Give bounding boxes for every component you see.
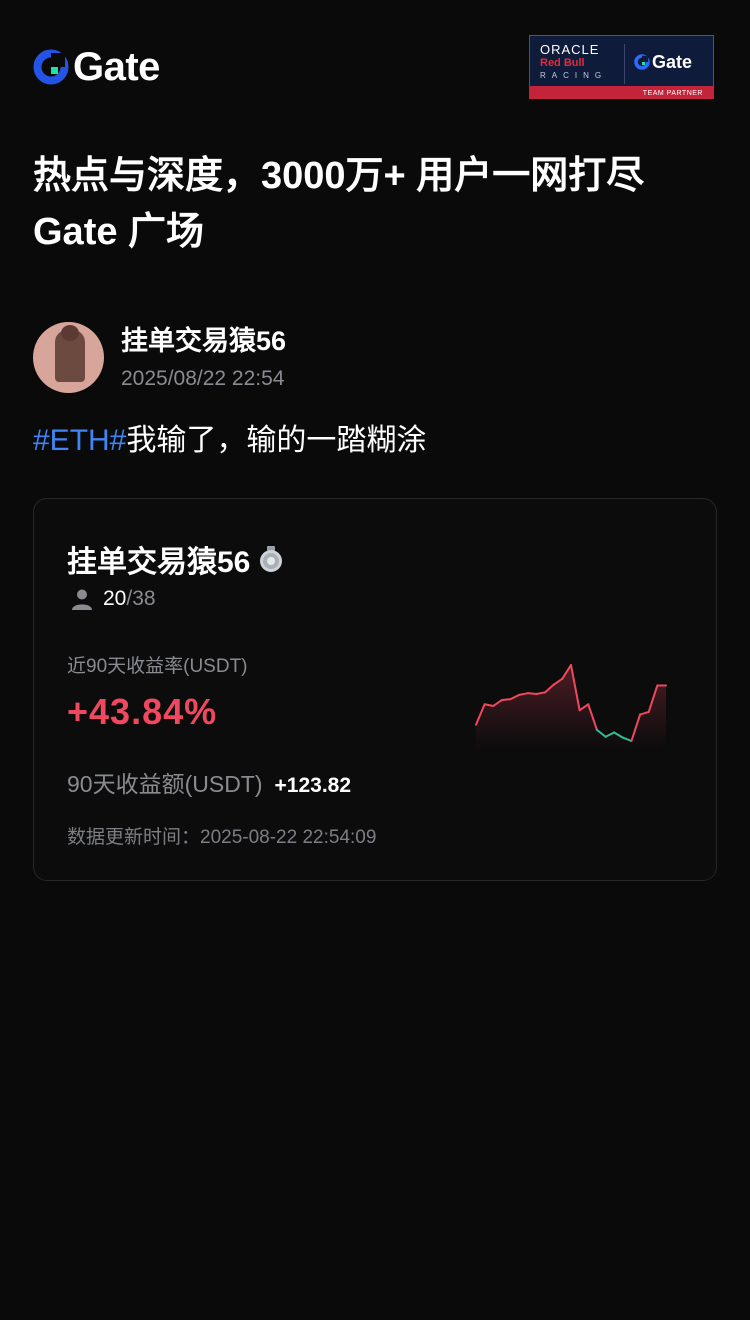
pnl-label: 90天收益额(USDT) bbox=[67, 771, 263, 797]
pnl-value: +123.82 bbox=[274, 774, 352, 797]
hashtag-link[interactable]: #ETH# bbox=[33, 424, 126, 457]
partner-redbull-text: Red Bull bbox=[540, 57, 585, 69]
sparkline-segment bbox=[526, 692, 538, 696]
author-name[interactable]: 挂单交易猿56 bbox=[121, 324, 286, 358]
update-time: 数据更新时间：2025-08-22 22:54:09 bbox=[67, 827, 377, 848]
sparkline-area bbox=[476, 665, 666, 749]
gate-logo[interactable]: Gate bbox=[33, 47, 160, 87]
partner-divider bbox=[624, 44, 625, 84]
author-info: 挂单交易猿56 2025/08/22 22:54 bbox=[121, 324, 286, 392]
partner-caption: TEAM PARTNER bbox=[642, 90, 703, 97]
partner-gate-text: Gate bbox=[634, 52, 692, 73]
sparkline-segment bbox=[500, 698, 512, 702]
partner-oracle-text: ORACLE bbox=[540, 42, 600, 57]
post-content: #ETH#我输了，输的一踏糊涂 bbox=[33, 420, 426, 462]
avatar-head bbox=[61, 325, 79, 341]
trader-card[interactable]: 挂单交易猿56 20/38 近90天收益率(USDT) +43.84% 90天收… bbox=[33, 498, 717, 881]
pnl-row: 90天收益额(USDT) +123.82 bbox=[67, 765, 351, 799]
post-timestamp: 2025/08/22 22:54 bbox=[121, 366, 285, 390]
trader-name: 挂单交易猿56 bbox=[67, 546, 251, 579]
trader-name-row: 挂单交易猿56 bbox=[67, 537, 284, 581]
user-icon bbox=[72, 589, 92, 610]
partner-racing-text: RACING bbox=[540, 71, 608, 80]
followers-current: 20 bbox=[103, 587, 127, 610]
post-author[interactable]: 挂单交易猿56 2025/08/22 22:54 bbox=[33, 322, 286, 393]
partner-gate-icon bbox=[634, 54, 650, 70]
followers-count: 20/38 bbox=[71, 587, 156, 611]
followers-total: /38 bbox=[126, 587, 156, 610]
partner-gate-label: Gate bbox=[652, 52, 693, 72]
gate-logo-icon bbox=[33, 49, 69, 85]
team-partner-badge: ORACLE Red Bull RACING Gate TEAM PARTNER bbox=[529, 35, 714, 99]
roi-sparkline bbox=[475, 664, 667, 749]
avatar[interactable] bbox=[33, 322, 104, 393]
page-headline: 热点与深度，3000万+ 用户一网打尽 Gate 广场 bbox=[33, 155, 645, 253]
roi-value: +43.84% bbox=[67, 691, 218, 732]
roi-label: 近90天收益率(USDT) bbox=[67, 656, 248, 677]
post-body: 我输了，输的一踏糊涂 bbox=[126, 424, 427, 457]
silver-medal-icon bbox=[260, 546, 283, 572]
gate-brand-text: Gate bbox=[73, 45, 160, 89]
